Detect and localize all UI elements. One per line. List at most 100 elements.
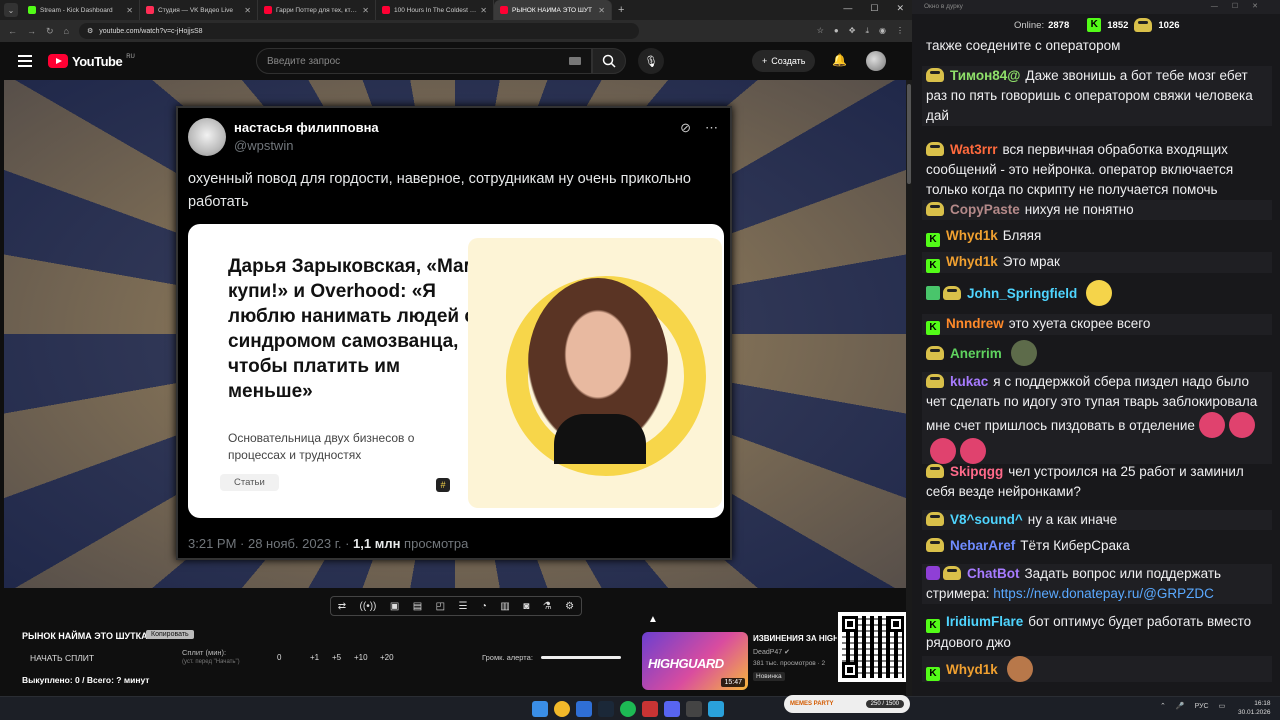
tab-close-icon[interactable]: ✕	[598, 6, 605, 15]
add-1-button[interactable]: +1	[310, 653, 319, 662]
chat-username[interactable]: CopyPaste	[950, 202, 1020, 217]
recommended-video-thumbnail[interactable]: HIGHGUARD 15:47	[642, 632, 748, 690]
recommended-video-title[interactable]: ИЗВИНЕНИЯ ЗА HIGHGUARD	[753, 634, 837, 643]
chat-username[interactable]: IridiumFlare	[946, 614, 1023, 629]
loop-icon[interactable]: ⇄	[338, 601, 346, 612]
browser-tab[interactable]: 100 Hours In The Coldest City ✕	[376, 0, 494, 20]
browser-tab[interactable]: РЫНОК НАЙМА ЭТО ШУТ ✕	[494, 0, 612, 20]
tab-favicon-icon	[500, 6, 508, 14]
youtube-wordmark: YouTube	[72, 53, 123, 69]
site-info-icon[interactable]: ⚙	[87, 27, 93, 35]
start-icon[interactable]	[532, 701, 548, 717]
download-icon[interactable]: ⤓	[865, 26, 869, 36]
browser-tab[interactable]: Гарри Поттер для тех, кто вы ✕	[258, 0, 376, 20]
chat-username[interactable]: Whyd1k	[946, 228, 998, 243]
chat-username[interactable]: kukac	[950, 374, 988, 389]
telegram-icon[interactable]	[708, 701, 724, 717]
screenshot-icon[interactable]: ◙	[523, 601, 529, 612]
speed-icon[interactable]: ◔	[481, 601, 487, 612]
browser-tab[interactable]: Stream - Kick Dashboard ✕	[22, 0, 140, 20]
extension-puzzle-icon[interactable]: ✥	[849, 26, 856, 36]
steam-icon[interactable]	[598, 701, 614, 717]
tab-close-icon[interactable]: ✕	[362, 6, 369, 15]
chrome-icon[interactable]	[554, 701, 570, 717]
close-icon[interactable]: ✕	[896, 3, 904, 14]
lab-icon[interactable]: ⚗	[543, 601, 552, 612]
chat-username[interactable]: Skipqgg	[950, 464, 1003, 479]
split-value[interactable]: 0	[277, 653, 281, 662]
memes-party-widget[interactable]: MEMES PARTY 250 / 1500	[784, 695, 910, 713]
chat-stats: Online: 2878 K 1852 1026	[912, 14, 1280, 36]
profile-icon[interactable]: ◉	[879, 26, 886, 36]
reload-icon[interactable]: ↻	[46, 26, 54, 37]
settings-icon[interactable]: ⚙	[565, 601, 574, 612]
network-icon[interactable]: ▭	[1219, 702, 1226, 710]
audio-icon[interactable]: ((•))	[360, 601, 377, 612]
chat-username[interactable]: Whyd1k	[946, 254, 998, 269]
chat-window-titlebar: Окно в дурку —☐✕	[912, 0, 1280, 14]
chat-username[interactable]: Wat3rrr	[950, 142, 998, 157]
chat-username[interactable]: Anerrim	[950, 346, 1002, 361]
chat-username[interactable]: John_Springfield	[967, 286, 1077, 301]
screen-record-icon[interactable]: ▣	[390, 601, 399, 612]
add-5-button[interactable]: +5	[332, 653, 341, 662]
notifications-bell-icon[interactable]: 🔔	[832, 53, 847, 67]
chat-username[interactable]: Nnndrew	[946, 316, 1004, 331]
filter-icon[interactable]: ▥	[500, 601, 509, 612]
tab-close-icon[interactable]: ✕	[244, 6, 251, 15]
pencil-badge-icon	[926, 286, 940, 300]
chapters-icon[interactable]: ☰	[458, 601, 467, 612]
search-input[interactable]: Введите запрос	[256, 48, 592, 74]
chat-link[interactable]: https://new.donatepay.ru/@GRPZDC	[993, 586, 1214, 601]
tab-close-icon[interactable]: ✕	[480, 6, 487, 15]
keyboard-icon[interactable]	[569, 57, 581, 65]
browser-icon[interactable]	[576, 701, 592, 717]
add-20-button[interactable]: +20	[380, 653, 394, 662]
search-button[interactable]	[592, 48, 626, 74]
chat-username[interactable]: NebarAref	[950, 538, 1015, 553]
bookmark-star-icon[interactable]: ☆	[817, 26, 824, 36]
url-input[interactable]: ⚙ youtube.com/watch?v=c-jHojjsS8	[78, 23, 639, 39]
spotify-icon[interactable]	[620, 701, 636, 717]
new-tab-button[interactable]: +	[618, 4, 624, 16]
tab-close-icon[interactable]: ✕	[126, 6, 133, 15]
clip-icon[interactable]: ▤	[413, 601, 422, 612]
browser-menu-icon[interactable]: ⋮	[896, 26, 904, 36]
tray-arrow-icon[interactable]: ⌃	[1160, 702, 1166, 710]
video-player[interactable]: настасья филипповна @wpstwin ⊘ ⋯ охуенны…	[4, 80, 906, 588]
browser-tab[interactable]: Студия — VK Видео Live ✕	[140, 0, 258, 20]
youtube-logo[interactable]: YouTube RU	[48, 54, 135, 69]
kick-badge-icon: K	[926, 619, 940, 633]
obs-icon[interactable]	[642, 701, 658, 717]
discord-icon[interactable]	[664, 701, 680, 717]
scrollbar-thumb[interactable]	[907, 84, 911, 184]
start-split-button[interactable]: НАЧАТЬ СПЛИТ	[30, 653, 94, 663]
maximize-icon[interactable]: ☐	[870, 3, 878, 14]
chat-username[interactable]: ChatBot	[967, 566, 1020, 581]
chat-text: также соедените с оператором	[926, 38, 1121, 53]
chat-username[interactable]: Whyd1k	[946, 662, 998, 677]
chat-window-controls[interactable]: —☐✕	[1211, 2, 1272, 10]
app-icon[interactable]	[686, 701, 702, 717]
account-avatar[interactable]	[866, 51, 886, 71]
home-icon[interactable]: ⌂	[64, 26, 69, 36]
create-button[interactable]: + Создать	[752, 50, 816, 72]
forward-icon[interactable]: →	[27, 26, 36, 36]
back-icon[interactable]: ←	[8, 26, 17, 36]
voice-search-button[interactable]: 🎙	[638, 48, 664, 74]
clock[interactable]: 16:18 30.01.2026	[1238, 699, 1271, 717]
copy-button[interactable]: Копировать	[146, 630, 194, 639]
extension-record-icon[interactable]: ●	[834, 26, 839, 36]
add-10-button[interactable]: +10	[354, 653, 368, 662]
tab-list-button[interactable]: ⌄	[4, 3, 18, 17]
pepe-badge-icon	[926, 202, 944, 216]
language-indicator[interactable]: РУС	[1195, 703, 1209, 710]
mic-tray-icon[interactable]: 🎤	[1176, 702, 1185, 710]
chat-username[interactable]: Тимон84@	[950, 68, 1020, 83]
alert-volume-slider[interactable]	[541, 656, 621, 659]
recommended-channel[interactable]: DeadP47 ✔	[753, 648, 790, 656]
minimize-icon[interactable]: —	[843, 3, 852, 14]
menu-icon[interactable]	[18, 55, 32, 67]
pip-icon[interactable]: ◰	[436, 601, 445, 612]
chat-username[interactable]: V8^sound^	[950, 512, 1023, 527]
